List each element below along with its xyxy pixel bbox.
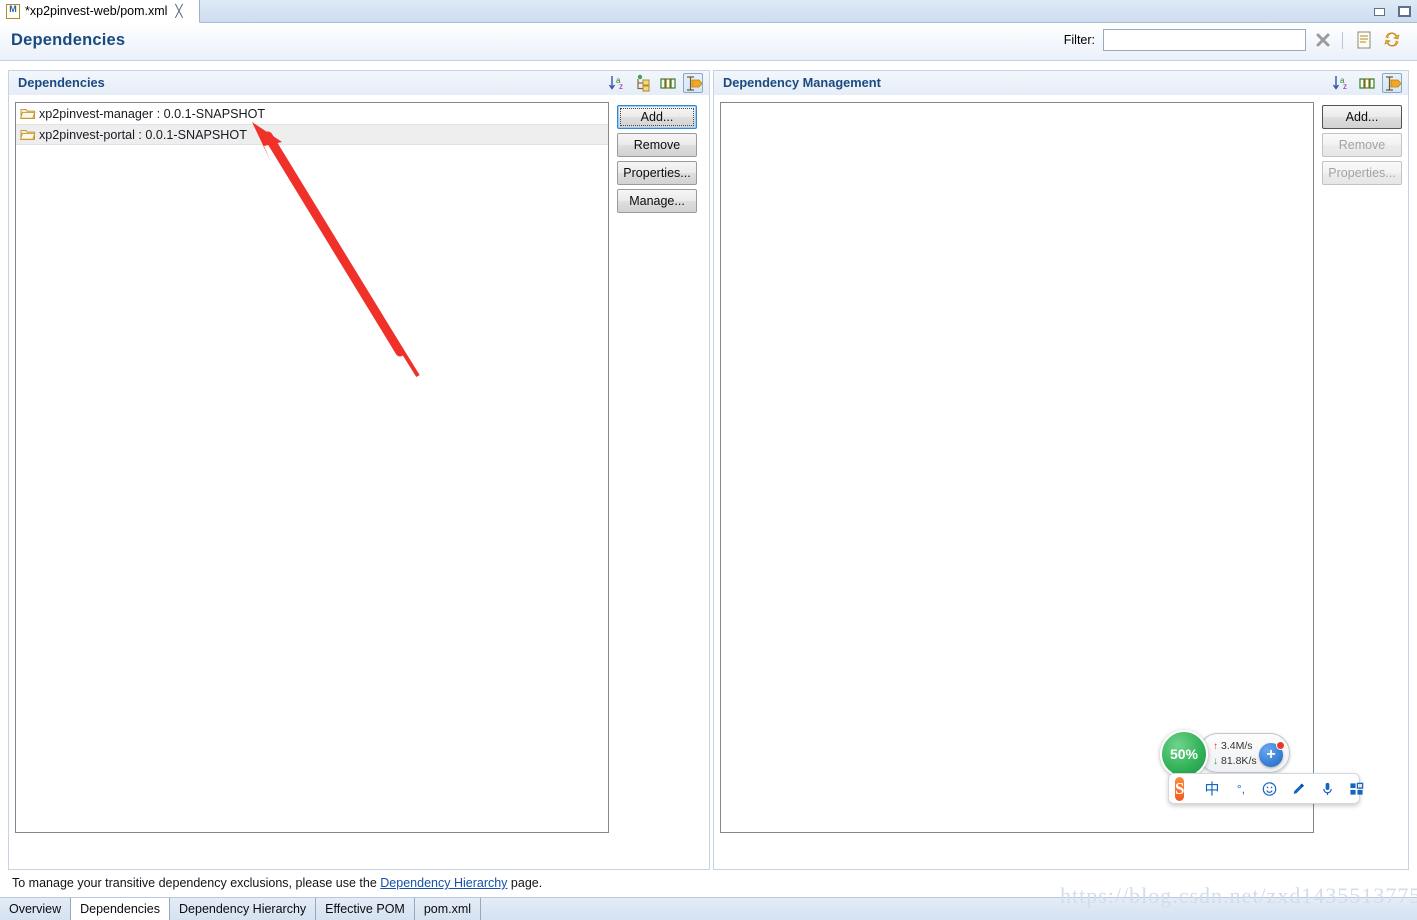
dependency-management-section-toolbar: a z xyxy=(1332,73,1402,93)
sort-alphabetically-icon[interactable]: a z xyxy=(1332,73,1352,93)
editor-page-tabs: Overview Dependencies Dependency Hierarc… xyxy=(0,897,1417,920)
close-icon[interactable]: ╳ xyxy=(175,5,182,17)
list-item-label: xp2pinvest-manager : 0.0.1-SNAPSHOT xyxy=(39,106,266,121)
flat-view-icon[interactable] xyxy=(683,73,703,93)
dependency-management-properties-button: Properties... xyxy=(1322,161,1402,185)
dependency-management-section: Dependency Management a z Add... Remove … xyxy=(713,70,1409,870)
sogou-ime-toolbar[interactable]: S 中 °, xyxy=(1168,773,1364,804)
maven-pom-icon xyxy=(6,3,20,19)
eclipse-pom-editor-window: *xp2pinvest-web/pom.xml ╳ Dependencies F… xyxy=(0,0,1417,920)
dependency-management-list[interactable] xyxy=(720,102,1314,833)
filter-label: Filter: xyxy=(1063,33,1095,47)
page-title: Dependencies xyxy=(11,31,126,49)
cpu-usage-ball[interactable]: 50% xyxy=(1160,730,1208,778)
transitive-exclusions-note: To manage your transitive dependency exc… xyxy=(12,876,542,890)
upload-arrow-icon: ↑ xyxy=(1213,741,1218,752)
form-header: Dependencies Filter: xyxy=(0,23,1417,61)
svg-text:z: z xyxy=(619,82,623,91)
window-controls xyxy=(1373,0,1411,23)
upload-speed: 3.4M/s xyxy=(1221,740,1253,752)
dependencies-list[interactable]: xp2pinvest-manager : 0.0.1-SNAPSHOT xp2p… xyxy=(15,102,609,833)
dependencies-section-title: Dependencies xyxy=(18,75,105,90)
download-arrow-icon: ↓ xyxy=(1213,756,1218,767)
flat-view-icon[interactable] xyxy=(1382,73,1402,93)
list-item-label: xp2pinvest-portal : 0.0.1-SNAPSHOT xyxy=(39,127,247,142)
folder-icon xyxy=(19,128,36,141)
show-groupid-icon[interactable] xyxy=(1357,73,1377,93)
download-speed: 81.8K/s xyxy=(1221,755,1257,767)
minimize-icon[interactable] xyxy=(1373,6,1386,17)
apps-grid-icon[interactable] xyxy=(1349,781,1364,797)
filter-area: Filter: xyxy=(1064,29,1403,51)
dependencies-manage-button[interactable]: Manage... xyxy=(617,189,697,213)
note-text-after: page. xyxy=(507,876,543,890)
show-groupid-icon[interactable] xyxy=(658,73,678,93)
folder-icon xyxy=(19,107,36,120)
show-hierarchy-icon[interactable] xyxy=(633,73,653,93)
dependencies-remove-button[interactable]: Remove xyxy=(617,133,697,157)
dependency-management-section-title: Dependency Management xyxy=(723,75,881,90)
sort-alphabetically-icon[interactable]: a z xyxy=(608,73,628,93)
dependency-management-remove-button: Remove xyxy=(1322,133,1402,157)
plus-icon: + xyxy=(1266,746,1276,763)
pen-icon[interactable] xyxy=(1291,781,1306,797)
dependency-hierarchy-link[interactable]: Dependency Hierarchy xyxy=(380,876,507,890)
speed-readout: ↑ 3.4M/s ↓ 81.8K/s xyxy=(1213,739,1257,769)
maximize-icon[interactable] xyxy=(1398,6,1411,17)
dependencies-section-toolbar: a z xyxy=(608,73,703,93)
editor-tab-pom-xml[interactable]: *xp2pinvest-web/pom.xml ╳ xyxy=(0,0,200,23)
svg-text:z: z xyxy=(1343,82,1347,91)
form-view-icon[interactable] xyxy=(1353,29,1375,51)
tab-dependency-hierarchy[interactable]: Dependency Hierarchy xyxy=(170,898,317,920)
list-item[interactable]: xp2pinvest-manager : 0.0.1-SNAPSHOT xyxy=(16,103,608,124)
note-text-before: To manage your transitive dependency exc… xyxy=(12,876,381,890)
tab-dependencies[interactable]: Dependencies xyxy=(71,898,171,920)
tab-pom-xml[interactable]: pom.xml xyxy=(415,898,482,920)
microphone-icon[interactable] xyxy=(1320,781,1335,797)
notification-dot xyxy=(1276,741,1285,750)
list-item[interactable]: xp2pinvest-portal : 0.0.1-SNAPSHOT xyxy=(16,124,608,145)
dependencies-section-header xyxy=(9,71,709,95)
editor-tab-strip: *xp2pinvest-web/pom.xml ╳ xyxy=(0,0,1417,23)
sogou-logo-icon[interactable]: S xyxy=(1175,776,1185,801)
emoji-icon[interactable] xyxy=(1262,781,1277,797)
tab-overview[interactable]: Overview xyxy=(0,898,72,920)
chinese-mode-icon[interactable]: 中 xyxy=(1204,778,1219,799)
filter-input[interactable] xyxy=(1103,29,1306,51)
dependencies-properties-button[interactable]: Properties... xyxy=(617,161,697,185)
punctuation-mode-icon[interactable]: °, xyxy=(1233,782,1248,796)
dependency-management-add-button[interactable]: Add... xyxy=(1322,105,1402,129)
toolbar-separator xyxy=(1342,31,1343,49)
tab-strip-background xyxy=(0,0,1417,22)
clear-filter-icon[interactable] xyxy=(1312,29,1334,51)
dependencies-add-button[interactable]: Add... xyxy=(617,105,697,129)
add-tool-button[interactable]: + xyxy=(1259,741,1285,767)
dependencies-section: Dependencies a z xp2pinvest-manager: 0.… xyxy=(8,70,710,870)
refresh-icon[interactable] xyxy=(1381,29,1403,51)
tab-effective-pom[interactable]: Effective POM xyxy=(316,898,415,920)
editor-tab-label: *xp2pinvest-web/pom.xml xyxy=(25,4,168,18)
